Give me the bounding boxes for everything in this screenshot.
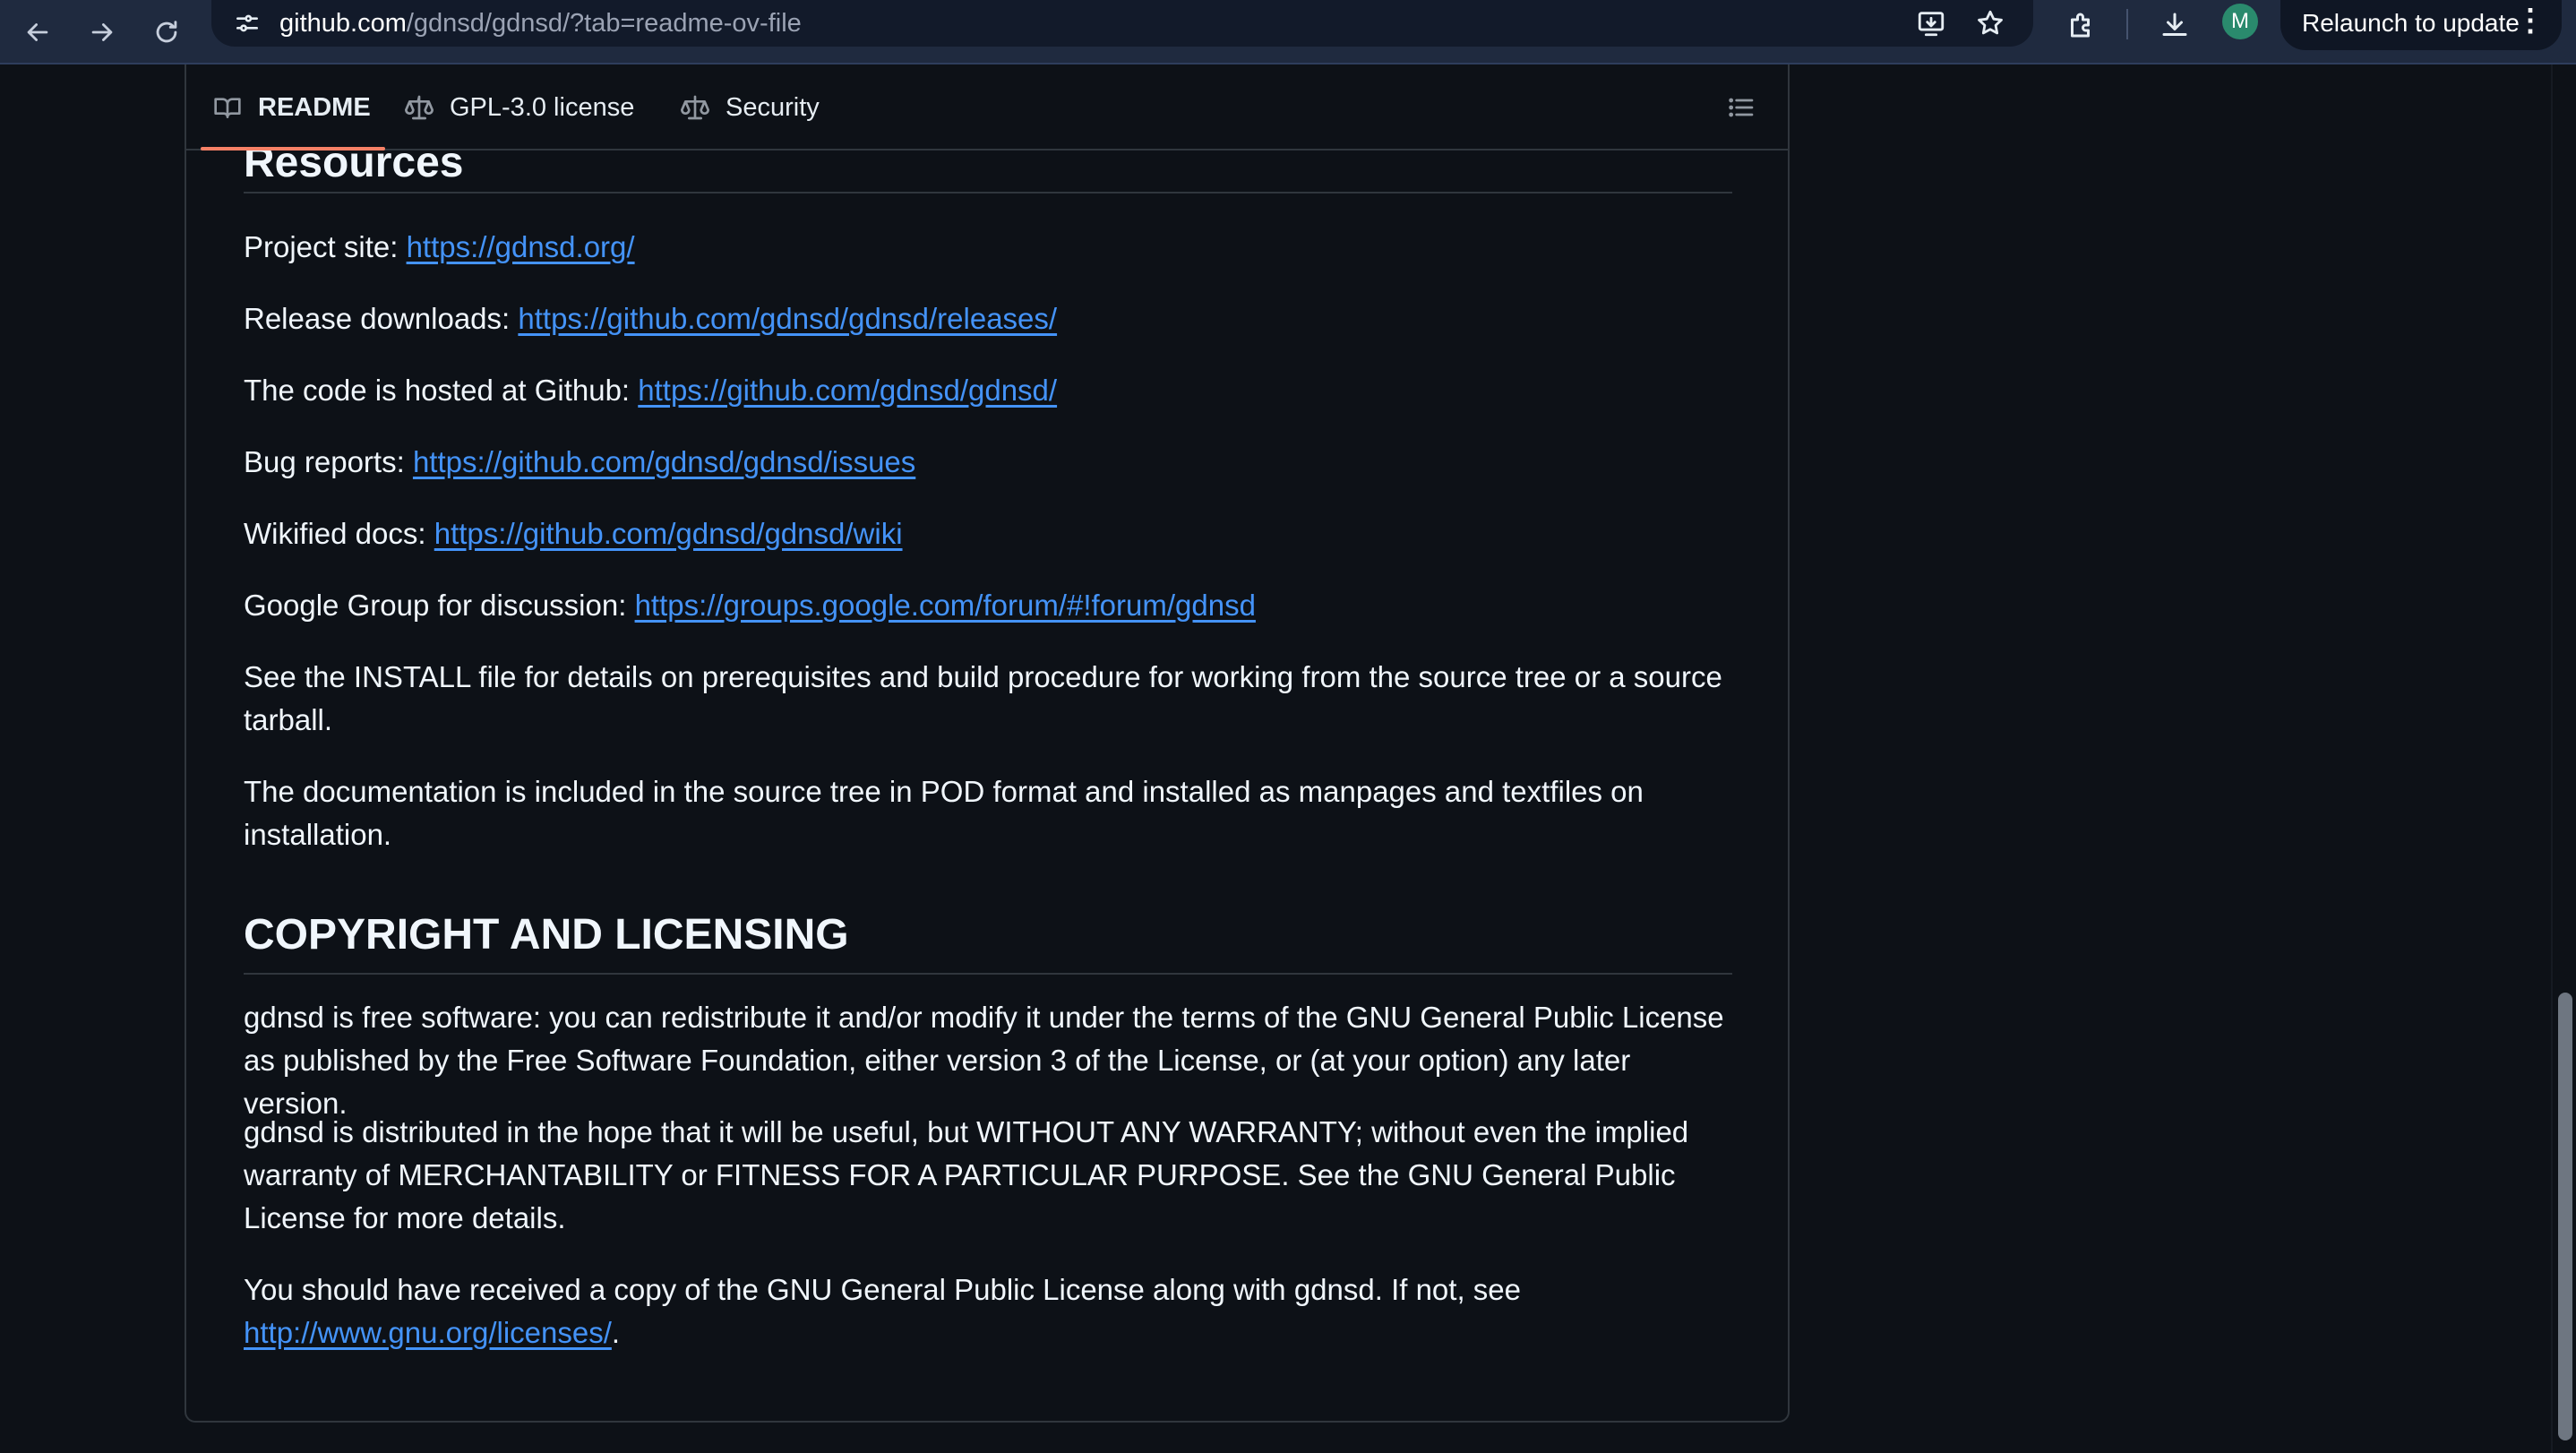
downloads-icon[interactable]	[2150, 2, 2200, 48]
url-host: github.com	[279, 9, 407, 38]
docs-note-paragraph: The documentation is included in the sou…	[244, 775, 1644, 851]
address-bar[interactable]: github.com/gdnsd/gdnsd/?tab=readme-ov-fi…	[211, 0, 2033, 47]
browser-toolbar: github.com/gdnsd/gdnsd/?tab=readme-ov-fi…	[0, 0, 2576, 64]
readme-tab-bar: README GPL-3.0 license Security	[186, 64, 1788, 150]
law-scale-icon	[681, 95, 709, 120]
back-arrow-icon[interactable]	[11, 5, 64, 59]
wiki-docs-label: Wikified docs:	[244, 517, 434, 550]
url-text[interactable]: github.com/gdnsd/gdnsd/?tab=readme-ov-fi…	[279, 5, 802, 41]
license-p3-text: You should have received a copy of the G…	[244, 1273, 1521, 1306]
code-hosted-label: The code is hosted at Github:	[244, 374, 639, 407]
scrollbar-thumb[interactable]	[2558, 993, 2572, 1440]
gnu-licenses-link[interactable]: http://www.gnu.org/licenses/	[244, 1316, 612, 1349]
bookmark-star-icon[interactable]	[1971, 4, 2010, 43]
tab-readme[interactable]: README	[213, 64, 371, 150]
code-hosted-link[interactable]: https://github.com/gdnsd/gdnsd/	[638, 374, 1057, 407]
license-p3-end: .	[611, 1316, 621, 1349]
law-scale-icon	[405, 95, 434, 120]
extensions-icon[interactable]	[2057, 2, 2107, 48]
release-downloads-link[interactable]: https://github.com/gdnsd/gdnsd/releases/	[518, 302, 1057, 335]
project-site-link[interactable]: https://gdnsd.org/	[407, 230, 635, 263]
reload-icon[interactable]	[140, 5, 193, 59]
page-scrollbar[interactable]	[2551, 64, 2576, 1453]
forward-arrow-icon[interactable]	[75, 5, 129, 59]
tab-license[interactable]: GPL-3.0 license	[405, 64, 634, 150]
kebab-menu-icon[interactable]: ⋮	[2515, 0, 2546, 41]
toolbar-divider	[2126, 9, 2128, 39]
install-note-paragraph: See the INSTALL file for details on prer…	[244, 660, 1722, 736]
tab-readme-label: README	[258, 92, 371, 122]
copyright-heading: COPYRIGHT AND LICENSING	[244, 901, 1732, 975]
relaunch-label: Relaunch to update	[2302, 9, 2520, 37]
project-site-label: Project site:	[244, 230, 407, 263]
tab-license-label: GPL-3.0 license	[450, 92, 635, 122]
readme-container: README GPL-3.0 license Security Resource…	[185, 64, 1790, 1423]
project-site-line: Project site: https://gdnsd.org/	[244, 226, 1732, 269]
google-group-link[interactable]: https://groups.google.com/forum/#!forum/…	[635, 589, 1256, 622]
release-downloads-label: Release downloads:	[244, 302, 519, 335]
tab-security-label: Security	[726, 92, 820, 122]
bug-reports-line: Bug reports: https://github.com/gdnsd/gd…	[244, 441, 1732, 484]
bug-reports-link[interactable]: https://github.com/gdnsd/gdnsd/issues	[413, 445, 915, 478]
book-icon	[214, 98, 241, 118]
wiki-docs-line: Wikified docs: https://github.com/gdnsd/…	[244, 512, 1732, 555]
release-downloads-line: Release downloads: https://github.com/gd…	[244, 297, 1732, 340]
active-tab-indicator	[201, 147, 385, 150]
site-info-icon[interactable]	[228, 5, 267, 41]
install-app-icon[interactable]	[1911, 4, 1951, 43]
list-outline-icon[interactable]	[1722, 88, 1761, 127]
google-group-label: Google Group for discussion:	[244, 589, 635, 622]
url-path: /gdnsd/gdnsd/?tab=readme-ov-file	[406, 9, 802, 38]
profile-avatar[interactable]: M	[2222, 4, 2258, 39]
license-paragraph-3: You should have received a copy of the G…	[244, 1268, 1732, 1354]
license-paragraph-1: gdnsd is free software: you can redistri…	[244, 1001, 1724, 1120]
github-page: README GPL-3.0 license Security Resource…	[0, 64, 2576, 1453]
relaunch-to-update-button[interactable]: Relaunch to update ⋮	[2280, 0, 2562, 50]
license-paragraph-2: gdnsd is distributed in the hope that it…	[244, 1115, 1689, 1234]
wiki-docs-link[interactable]: https://github.com/gdnsd/gdnsd/wiki	[434, 517, 903, 550]
tab-security[interactable]: Security	[681, 64, 820, 150]
google-group-line: Google Group for discussion: https://gro…	[244, 584, 1732, 627]
code-hosted-line: The code is hosted at Github: https://gi…	[244, 369, 1732, 412]
bug-reports-label: Bug reports:	[244, 445, 413, 478]
